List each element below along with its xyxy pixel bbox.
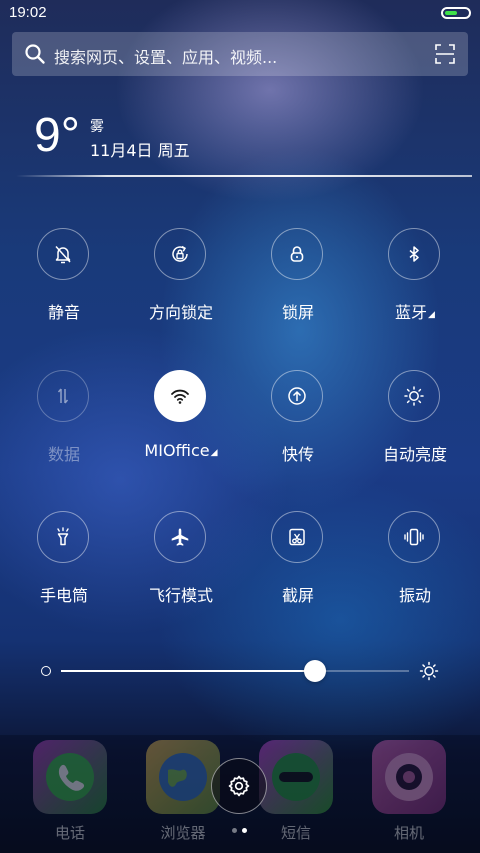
quick-transfer-icon [271,370,323,422]
search-icon [25,44,45,64]
vibrate-icon [388,511,440,563]
toggle-mobile-data[interactable]: 数据 [9,370,119,480]
brightness-fill [61,670,315,672]
toggle-label: 数据 [47,445,80,464]
toggle-label: 快传 [281,445,314,464]
toggle-label: 蓝牙◢ [395,303,435,322]
settings-button[interactable] [211,758,267,814]
bluetooth-icon [388,228,440,280]
page-indicator-dot [242,828,247,833]
phone-icon [33,740,107,814]
toggle-flashlight[interactable]: 手电筒 [9,511,119,621]
app-label: 相机 [393,824,424,842]
dock-app-messages[interactable]: 短信 [256,740,336,843]
toggle-label: 振动 [398,586,431,605]
toggle-label: 锁屏 [281,303,314,322]
app-label: 浏览器 [160,824,206,842]
dock-app-phone[interactable]: 电话 [30,740,110,843]
auto-brightness-icon [388,370,440,422]
toggle-wifi[interactable]: MIOffice◢ [126,370,236,480]
page-indicator-dot [232,828,237,833]
battery-icon [441,7,471,19]
browser-icon [146,740,220,814]
toggle-label: 静音 [47,303,80,322]
flashlight-icon [37,511,89,563]
silent-bell-icon [37,228,89,280]
lock-icon [271,228,323,280]
weather-temperature: 9° [34,109,80,162]
weather-date: 11月4日 周五 [90,141,190,160]
toggle-screenshot[interactable]: 截屏 [243,511,353,621]
brightness-high-icon [419,661,439,681]
toggle-silent[interactable]: 静音 [9,228,119,338]
divider [16,175,472,177]
screenshot-icon [271,511,323,563]
toggle-lock-screen[interactable]: 锁屏 [243,228,353,338]
toggle-label: 自动亮度 [382,445,447,464]
brightness-low-icon [41,666,51,676]
toggle-vibrate[interactable]: 振动 [360,511,470,621]
dock-app-camera[interactable]: 相机 [369,740,449,843]
menu-indicator-icon: ◢ [428,310,435,320]
search-bar[interactable]: 搜索网页、设置、应用、视频... [12,32,468,76]
toggle-label: 飞行模式 [148,586,213,605]
toggle-label: 方向锁定 [148,303,213,322]
search-placeholder: 搜索网页、设置、应用、视频... [54,48,278,67]
battery-level [445,11,457,15]
wifi-icon [154,370,206,422]
gear-icon [228,775,250,797]
airplane-icon [154,511,206,563]
menu-indicator-icon: ◢ [210,448,218,458]
weather-condition: 雾 [90,119,104,135]
toggle-airplane[interactable]: 飞行模式 [126,511,236,621]
messages-icon [259,740,333,814]
rotation-lock-icon [154,228,206,280]
toggle-label: MIOffice◢ [144,441,218,460]
toggle-bluetooth[interactable]: 蓝牙◢ [360,228,470,338]
app-label: 电话 [54,824,85,842]
status-time: 19:02 [9,4,47,21]
mobile-data-icon [37,370,89,422]
toggle-label: 截屏 [281,586,314,605]
toggle-auto-brightness[interactable]: 自动亮度 [360,370,470,480]
camera-icon [372,740,446,814]
scan-icon[interactable] [435,44,455,64]
toggle-label: 手电筒 [39,586,88,605]
brightness-thumb[interactable] [304,660,326,682]
app-label: 短信 [280,824,311,842]
toggle-rotation-lock[interactable]: 方向锁定 [126,228,236,338]
toggle-quick-transfer[interactable]: 快传 [243,370,353,480]
